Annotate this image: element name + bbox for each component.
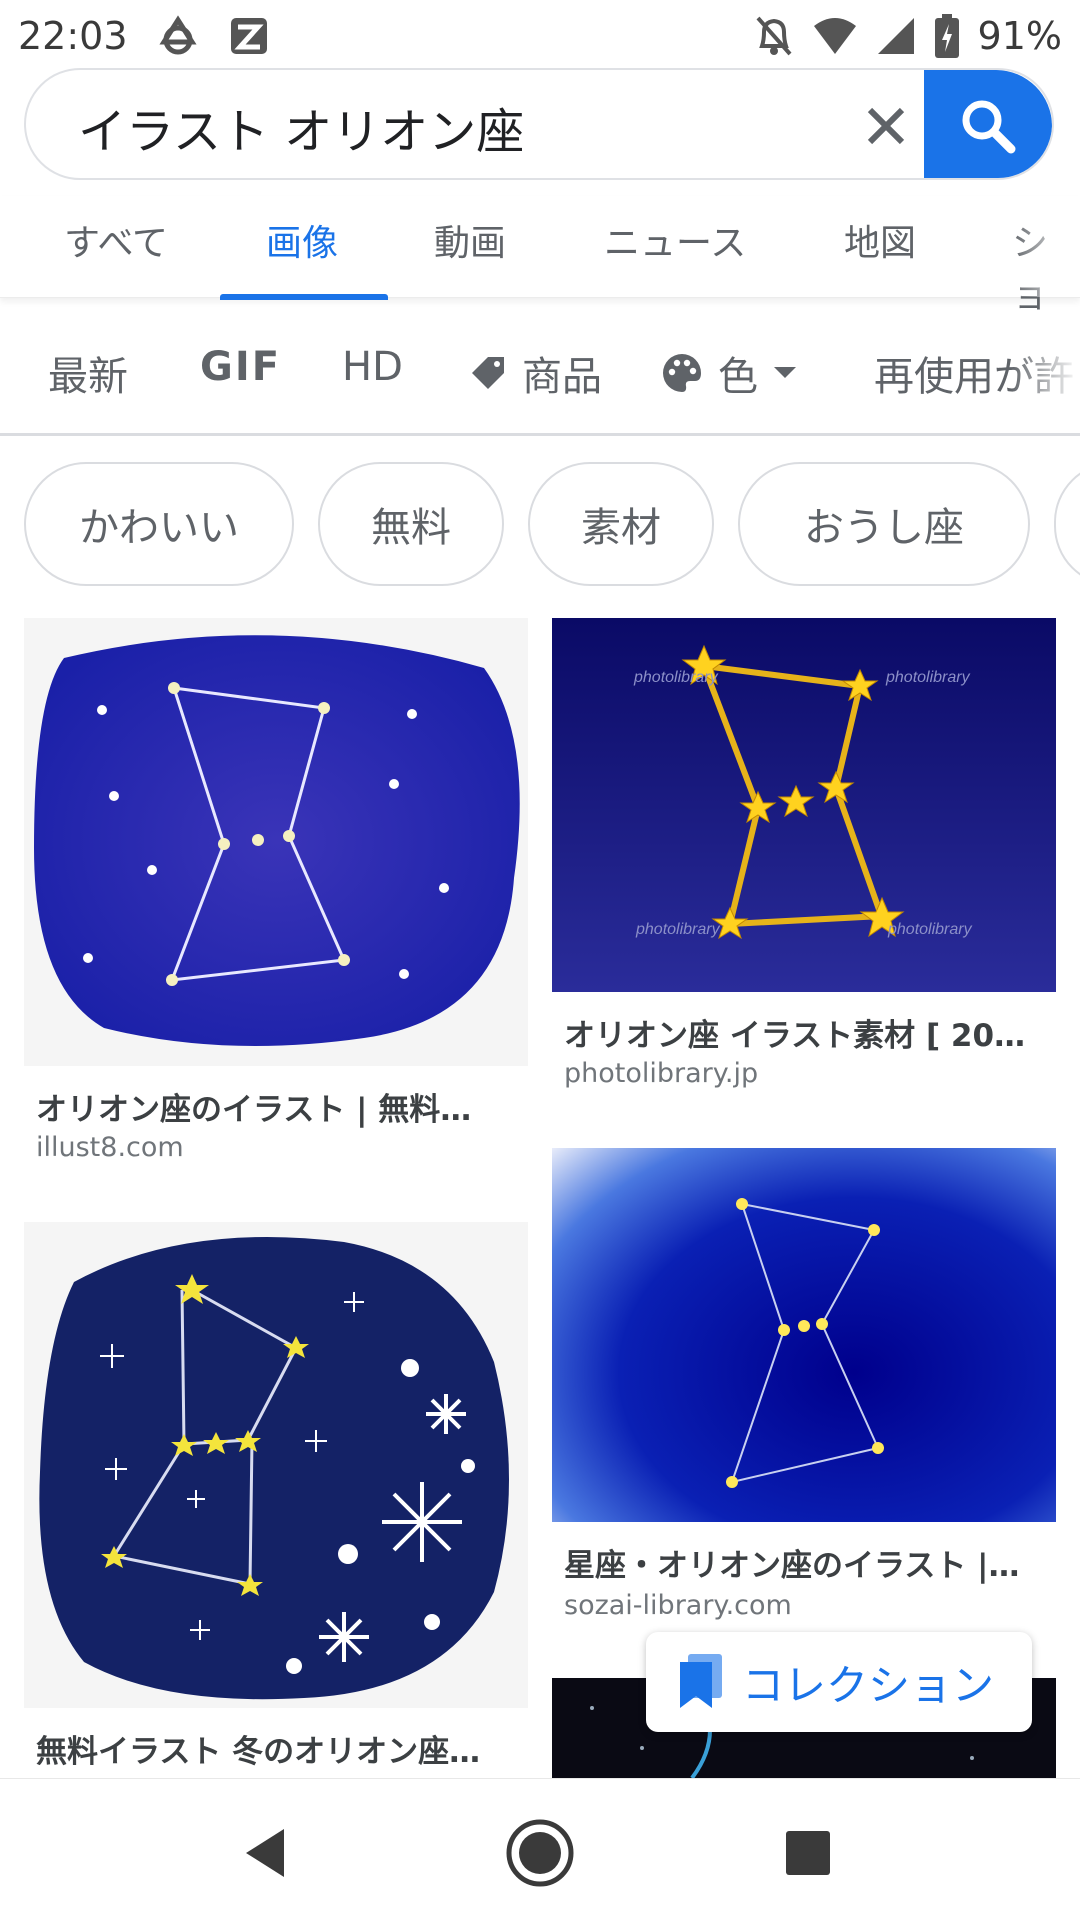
- signal-icon: [876, 16, 916, 56]
- filter-color-label: 色: [718, 354, 758, 400]
- watermark: photolibrary: [633, 669, 719, 686]
- result-source: illust8.com: [36, 1132, 184, 1163]
- battery-charging-icon: [934, 14, 960, 58]
- result-title[interactable]: 星座・オリオン座のイラスト |…: [564, 1540, 1052, 1585]
- battery-percentage: 91%: [977, 14, 1062, 58]
- chip-taurus[interactable]: おうし座: [738, 462, 1030, 586]
- suggestion-chips: かわいい 無料 素材 おうし座: [0, 462, 1080, 590]
- system-nav-bar: [0, 1778, 1080, 1920]
- tab-maps[interactable]: 地図: [844, 214, 916, 266]
- filter-bar: 最新 GIF HD 商品 色 再使用が許: [0, 314, 1080, 436]
- home-button[interactable]: [490, 1803, 590, 1903]
- result-source: photolibrary.jp: [564, 1058, 759, 1089]
- bookmark-icon: [680, 1654, 722, 1708]
- wifi-icon: [812, 16, 858, 56]
- tag-icon: [472, 357, 504, 389]
- back-icon: [246, 1829, 284, 1877]
- filter-hd[interactable]: HD: [342, 344, 403, 390]
- chip-material[interactable]: 素材: [528, 462, 714, 586]
- result-source: sozai-library.com: [564, 1590, 792, 1621]
- dropdown-arrow-icon: [774, 367, 796, 378]
- collection-label: コレクション: [742, 1660, 995, 1710]
- result-thumbnail[interactable]: [552, 1148, 1056, 1522]
- filter-products[interactable]: 商品: [468, 344, 602, 402]
- search-bar[interactable]: イラスト オリオン座: [24, 68, 1054, 180]
- status-bar: 22:03 91%: [0, 0, 1080, 72]
- recents-button[interactable]: [758, 1803, 858, 1903]
- chip-more[interactable]: [1054, 462, 1080, 586]
- clear-search-button[interactable]: [846, 94, 926, 158]
- watermark: photolibrary: [885, 669, 971, 686]
- result-thumbnail[interactable]: photolibrary photolibrary photolibrary p…: [552, 618, 1056, 992]
- tab-news[interactable]: ニュース: [604, 214, 746, 266]
- sync-icon: [154, 12, 202, 60]
- result-thumbnail[interactable]: [24, 1222, 528, 1708]
- filter-products-label: 商品: [522, 354, 602, 400]
- filter-gif[interactable]: GIF: [200, 344, 281, 390]
- notifications-off-icon: [754, 14, 794, 58]
- watermark: photolibrary: [887, 921, 973, 938]
- result-title[interactable]: オリオン座のイラスト | 無料…: [36, 1084, 524, 1129]
- search-icon: [962, 100, 1016, 154]
- result-thumbnail[interactable]: [24, 618, 528, 1066]
- back-button[interactable]: [218, 1803, 318, 1903]
- status-time: 22:03: [18, 14, 128, 58]
- home-icon: [506, 1819, 574, 1887]
- app-notification-icon: [228, 15, 270, 57]
- result-title[interactable]: オリオン座 イラスト素材 [ 20…: [564, 1010, 1052, 1055]
- search-input[interactable]: イラスト オリオン座: [78, 92, 524, 162]
- search-tabs: すべて 画像 動画 ニュース 地図 ショ: [0, 196, 1080, 316]
- chip-kawaii[interactable]: かわいい: [24, 462, 294, 586]
- collection-button[interactable]: コレクション: [646, 1632, 1032, 1732]
- tab-videos[interactable]: 動画: [434, 214, 506, 266]
- tab-all[interactable]: すべて: [64, 214, 168, 266]
- tab-images[interactable]: 画像: [266, 214, 338, 266]
- filter-color[interactable]: 色: [660, 344, 798, 402]
- recents-icon: [786, 1831, 830, 1875]
- filter-recent[interactable]: 最新: [48, 344, 128, 402]
- search-button[interactable]: [924, 70, 1052, 178]
- close-icon: [867, 107, 905, 145]
- active-tab-indicator: [220, 294, 388, 300]
- chip-free[interactable]: 無料: [318, 462, 504, 586]
- result-title[interactable]: 無料イラスト 冬のオリオン座…: [36, 1726, 524, 1771]
- watermark: photolibrary: [635, 921, 721, 938]
- palette-icon: [663, 354, 701, 392]
